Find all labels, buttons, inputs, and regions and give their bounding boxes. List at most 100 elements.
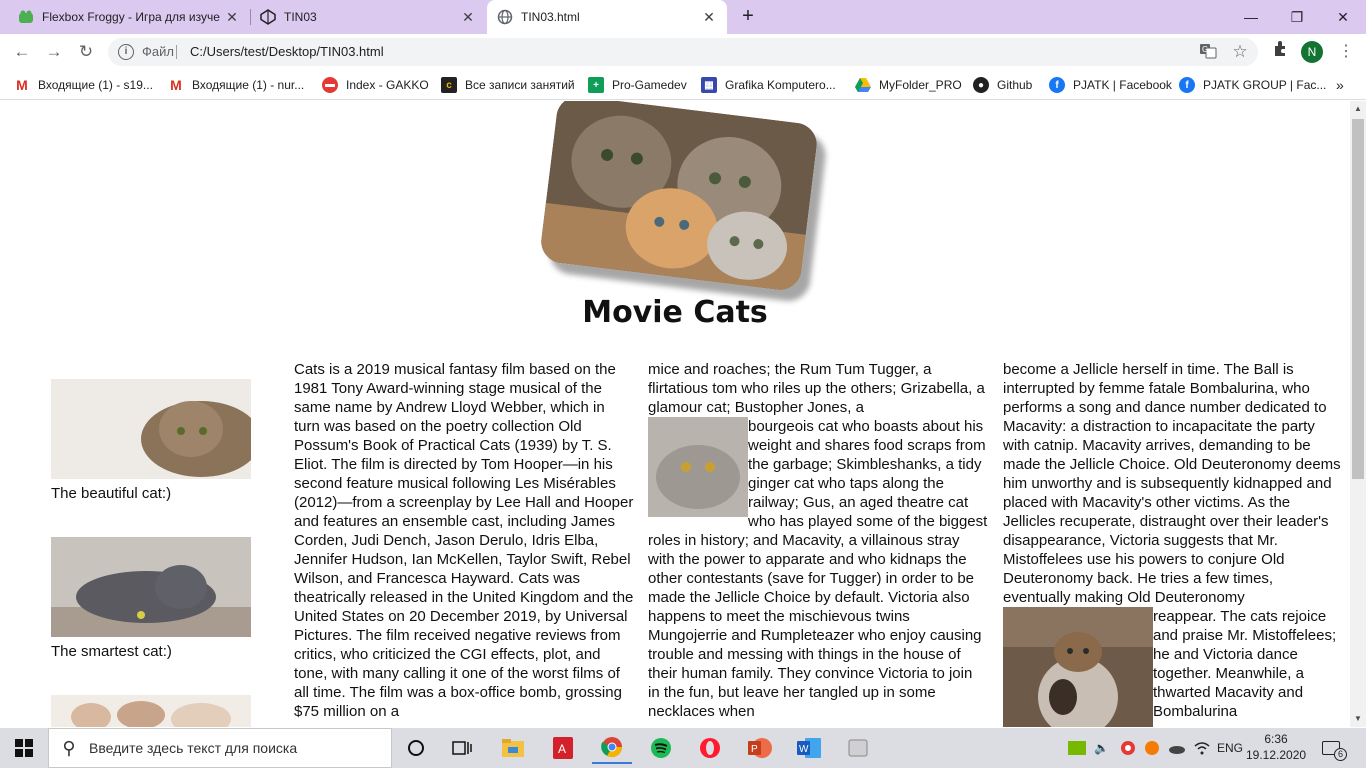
gmail-icon: M: [170, 77, 182, 93]
calico-cat-image: [1003, 607, 1153, 727]
bookmark-label: Входящие (1) - s19...: [38, 78, 153, 92]
tab-tin03-html[interactable]: TIN03.html ✕: [487, 0, 727, 34]
grafika-icon: ▦: [701, 77, 717, 93]
reload-button[interactable]: ↻: [74, 40, 98, 64]
bookmark-label: MyFolder_PRO: [879, 78, 962, 92]
wifi-icon[interactable]: [1194, 728, 1210, 768]
new-tab-button[interactable]: +: [736, 4, 760, 28]
address-url[interactable]: C:/Users/test/Desktop/TIN03.html: [190, 44, 384, 59]
codepen-icon: [260, 9, 276, 25]
scroll-up-icon[interactable]: ▲: [1350, 101, 1366, 117]
close-window-button[interactable]: ✕: [1320, 0, 1366, 34]
volume-icon[interactable]: 🔈: [1094, 728, 1109, 768]
records-icon: c: [441, 77, 457, 93]
task-view-icon[interactable]: [442, 732, 482, 764]
side-figure: The smartest cat:): [51, 537, 251, 660]
tab-tin03[interactable]: TIN03 ✕: [250, 0, 486, 34]
chrome-icon[interactable]: [592, 732, 632, 764]
bookmark-label: Github: [997, 78, 1033, 92]
svg-text:A: A: [558, 742, 566, 756]
start-button[interactable]: [0, 728, 48, 768]
article-text: become a Jellicle herself in time. The B…: [1003, 361, 1341, 606]
sync-icon[interactable]: [1144, 728, 1160, 768]
bookmark-item[interactable]: ▦ Grafika Komputero...: [701, 75, 836, 95]
file-explorer-icon[interactable]: [493, 732, 533, 764]
frog-icon: [18, 9, 34, 25]
bookmark-item[interactable]: ● Github: [973, 75, 1032, 95]
bookmark-item[interactable]: + Pro-Gamedev: [588, 75, 687, 95]
bookmark-item[interactable]: M Входящие (1) - nur...: [168, 75, 304, 95]
info-icon[interactable]: i: [118, 44, 134, 60]
forward-button[interactable]: →: [42, 40, 66, 64]
tab-title: TIN03: [284, 10, 317, 24]
translate-icon[interactable]: G: [1198, 42, 1218, 62]
paws-cat-image: [51, 695, 251, 727]
bookmark-item[interactable]: Index - GAKKO: [322, 75, 429, 95]
drive-icon: [855, 77, 871, 93]
more-bookmarks-icon[interactable]: »: [1336, 75, 1344, 95]
clock[interactable]: 6:36 19.12.2020: [1246, 731, 1306, 763]
article-column-1: Cats is a 2019 musical fantasy film base…: [294, 360, 634, 721]
back-button[interactable]: ←: [10, 40, 34, 64]
cortana-icon[interactable]: [396, 732, 436, 764]
scrollbar-thumb[interactable]: [1352, 119, 1364, 479]
bookmark-item[interactable]: M Входящие (1) - s19...: [14, 75, 153, 95]
article-text: Cats is a 2019 musical fantasy film base…: [294, 361, 634, 720]
article-column-2: mice and roaches; the Rum Tum Tugger, a …: [648, 360, 988, 721]
onedrive-icon[interactable]: [1168, 728, 1186, 768]
nvidia-icon[interactable]: [1068, 728, 1086, 768]
bookmark-label: PJATK | Facebook: [1073, 78, 1172, 92]
menu-icon[interactable]: ⋮: [1334, 40, 1358, 64]
svg-text:P: P: [751, 744, 758, 755]
bookmark-item[interactable]: c Все записи занятий: [441, 75, 575, 95]
search-placeholder: Введите здесь текст для поиска: [89, 740, 298, 756]
shield-icon[interactable]: [1120, 728, 1136, 768]
opera-icon[interactable]: [690, 732, 730, 764]
notifications-button[interactable]: 6: [1322, 728, 1347, 768]
gray-cat-image: [51, 537, 251, 637]
page-title: Movie Cats: [582, 295, 768, 330]
clock-time: 6:36: [1264, 732, 1288, 746]
tabby-cat-image: [51, 379, 251, 479]
scroll-down-icon[interactable]: ▼: [1350, 711, 1366, 727]
close-icon[interactable]: ✕: [701, 9, 717, 26]
address-scheme-label: Файл: [142, 44, 174, 59]
bookmark-star-icon[interactable]: ☆: [1230, 42, 1250, 62]
article-text: mice and roaches; the Rum Tum Tugger, a …: [648, 361, 985, 416]
word-icon[interactable]: W: [789, 732, 829, 764]
browser-toolbar: ← → ↻ i Файл C:/Users/test/Desktop/TIN03…: [0, 34, 1366, 70]
maximize-button[interactable]: ❐: [1274, 0, 1320, 34]
side-figure: [51, 695, 251, 727]
facebook-icon: f: [1179, 77, 1195, 93]
close-icon[interactable]: ✕: [224, 9, 240, 26]
tab-flexbox-froggy[interactable]: Flexbox Froggy - Игра для изуче ✕: [8, 0, 250, 34]
app-icon[interactable]: [838, 732, 878, 764]
close-icon[interactable]: ✕: [460, 9, 476, 26]
search-icon: ⚲: [62, 737, 76, 758]
language-indicator[interactable]: ENG: [1217, 728, 1243, 768]
clock-date: 19.12.2020: [1246, 748, 1307, 762]
bookmark-label: Index - GAKKO: [346, 78, 429, 92]
powerpoint-icon[interactable]: P: [740, 732, 780, 764]
spotify-icon[interactable]: [641, 732, 681, 764]
hero-kittens-image: [538, 101, 820, 293]
article-column-3: become a Jellicle herself in time. The B…: [1003, 360, 1343, 727]
taskbar-search[interactable]: ⚲ Введите здесь текст для поиска: [48, 728, 392, 768]
bookmark-item[interactable]: f PJATK GROUP | Fac...: [1179, 75, 1326, 95]
bookmark-item[interactable]: MyFolder_PRO: [855, 75, 962, 95]
profile-avatar[interactable]: N: [1301, 41, 1323, 63]
windows-logo-icon: [15, 739, 33, 757]
gakko-icon: [322, 77, 338, 93]
bookmark-label: Входящие (1) - nur...: [192, 78, 305, 92]
bookmarks-bar: M Входящие (1) - s19... M Входящие (1) -…: [0, 70, 1366, 100]
page-scrollbar[interactable]: ▲ ▼: [1350, 101, 1366, 727]
svg-text:W: W: [799, 744, 809, 755]
address-bar[interactable]: i Файл C:/Users/test/Desktop/TIN03.html …: [108, 38, 1258, 66]
acrobat-icon[interactable]: A: [543, 732, 583, 764]
bookmark-label: Grafika Komputero...: [725, 78, 836, 92]
minimize-button[interactable]: —: [1228, 0, 1274, 34]
bookmark-item[interactable]: f PJATK | Facebook: [1049, 75, 1172, 95]
bookmark-label: Pro-Gamedev: [612, 78, 687, 92]
extensions-icon[interactable]: [1268, 40, 1292, 64]
facebook-icon: f: [1049, 77, 1065, 93]
